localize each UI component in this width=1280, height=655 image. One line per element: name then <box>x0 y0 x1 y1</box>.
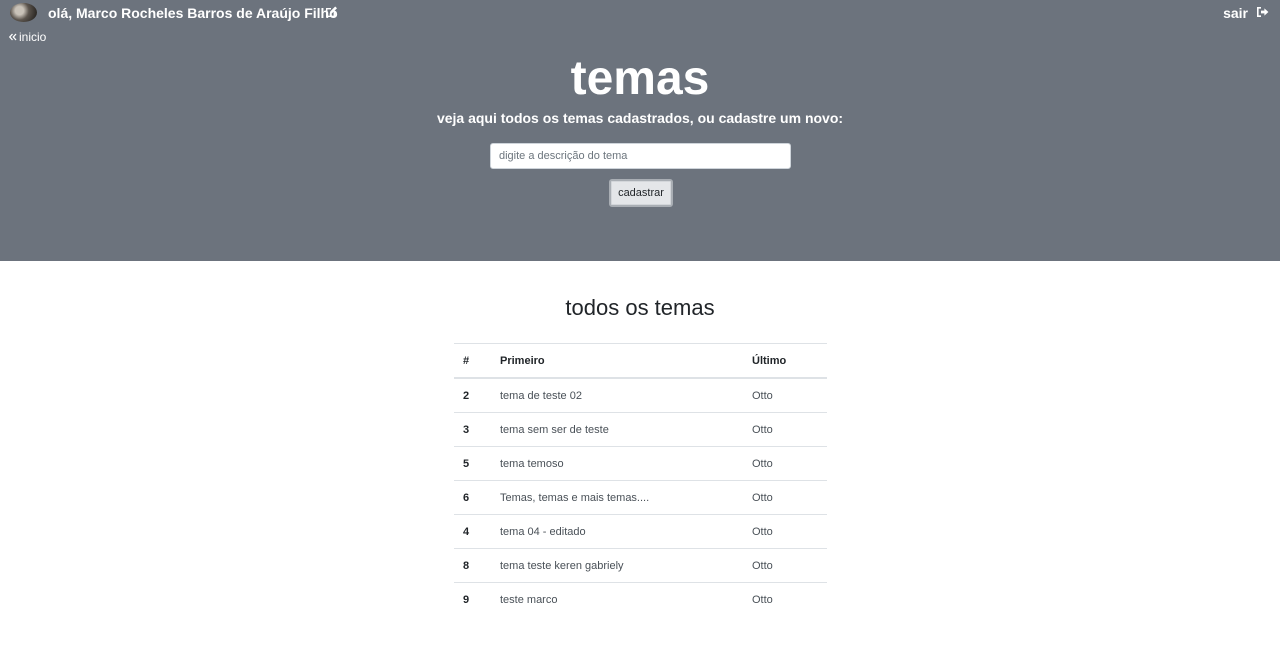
row-description: tema sem ser de teste <box>491 412 743 447</box>
row-id: 6 <box>454 480 491 515</box>
row-id: 9 <box>454 582 491 616</box>
top-bar: olá, Marco Rocheles Barros de Araújo Fil… <box>0 0 1280 28</box>
register-button[interactable]: cadastrar <box>609 179 673 207</box>
column-header-first: Primeiro <box>491 343 743 379</box>
row-description: tema teste keren gabriely <box>491 548 743 583</box>
sign-out-icon <box>1256 5 1269 21</box>
hero-section: olá, Marco Rocheles Barros de Araújo Fil… <box>0 0 1280 261</box>
row-last: Otto <box>743 377 827 413</box>
page-title: temas <box>570 52 710 105</box>
avatar <box>10 3 37 22</box>
table-row: 3 tema sem ser de teste Otto <box>454 412 827 447</box>
user-greeting: olá, Marco Rocheles Barros de Araújo Fil… <box>48 5 338 21</box>
table-row: 5 tema temoso Otto <box>454 446 827 481</box>
column-header-last: Último <box>743 343 827 379</box>
table-row: 9 teste marco Otto <box>454 582 827 616</box>
row-last: Otto <box>743 548 827 583</box>
row-last: Otto <box>743 412 827 447</box>
page-subtitle: veja aqui todos os temas cadastrados, ou… <box>436 110 844 126</box>
row-id: 8 <box>454 548 491 583</box>
table-row: 2 tema de teste 02 Otto <box>454 377 827 413</box>
themes-table: # Primeiro Último 2 tema de teste 02 Ott… <box>454 343 827 616</box>
row-description: tema temoso <box>491 446 743 481</box>
back-label: inicio <box>19 30 47 44</box>
edit-icon[interactable] <box>324 5 338 19</box>
logout-link[interactable]: sair <box>1223 5 1269 21</box>
table-header-row: # Primeiro Último <box>454 343 827 379</box>
column-header-id: # <box>454 343 491 379</box>
logout-label: sair <box>1223 5 1248 21</box>
row-last: Otto <box>743 514 827 549</box>
theme-description-input[interactable] <box>490 143 791 169</box>
table-row: 8 tema teste keren gabriely Otto <box>454 548 827 583</box>
row-id: 2 <box>454 377 491 413</box>
row-id: 5 <box>454 446 491 481</box>
row-description: teste marco <box>491 582 743 616</box>
back-to-home-link[interactable]: inicio <box>8 30 47 44</box>
row-last: Otto <box>743 446 827 481</box>
row-last: Otto <box>743 480 827 515</box>
row-description: tema de teste 02 <box>491 377 743 413</box>
row-id: 4 <box>454 514 491 549</box>
row-description: tema 04 - editado <box>491 514 743 549</box>
row-description: Temas, temas e mais temas.... <box>491 480 743 515</box>
table-row: 4 tema 04 - editado Otto <box>454 514 827 549</box>
row-last: Otto <box>743 582 827 616</box>
table-row: 6 Temas, temas e mais temas.... Otto <box>454 480 827 515</box>
list-heading: todos os temas <box>565 295 715 320</box>
double-chevron-left-icon <box>8 30 17 44</box>
row-id: 3 <box>454 412 491 447</box>
